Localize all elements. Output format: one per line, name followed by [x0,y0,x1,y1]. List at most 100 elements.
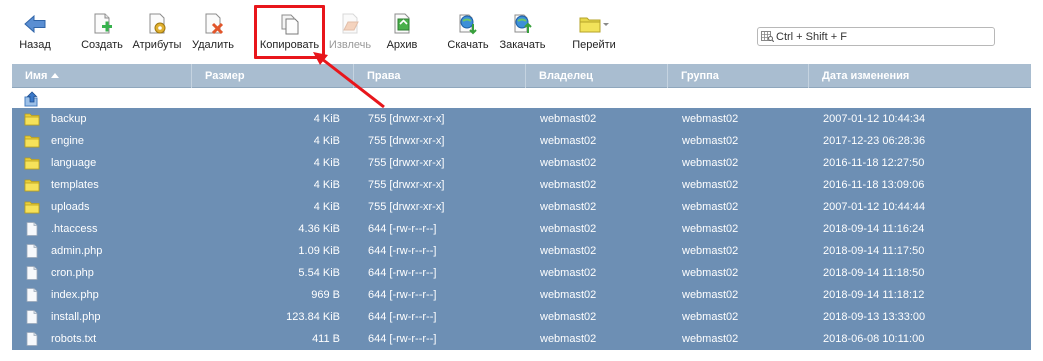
file-group: webmast02 [682,223,739,235]
column-header-size[interactable]: Размер [192,64,354,88]
toolbar: Назад Создать Атрибуты Удалить Копироват… [0,0,1043,62]
table-row[interactable]: index.php 969 B 644 [-rw-r--r--] webmast… [12,284,1031,306]
file-name: backup [51,113,87,125]
file-size: 411 B [312,333,340,345]
file-modified: 2016-11-18 13:09:06 [823,179,925,191]
folder-icon [24,157,40,170]
column-owner-label: Владелец [539,70,593,82]
search-box[interactable] [757,27,995,46]
extract-button[interactable]: Извлечь [326,8,374,56]
folder-icon [24,201,40,214]
new-file-icon [94,13,112,34]
file-list: backup 4 KiB 755 [drwxr-xr-x] webmast02 … [12,108,1031,350]
file-owner: webmast02 [540,267,597,279]
create-label: Создать [81,39,123,51]
table-row[interactable]: robots.txt 411 B 644 [-rw-r--r--] webmas… [12,328,1031,350]
sort-ascending-icon [51,73,60,78]
archive-button[interactable]: Архив [380,8,424,56]
file-owner: webmast02 [540,113,597,125]
download-label: Скачать [447,39,489,51]
file-owner: webmast02 [540,157,597,169]
file-owner: webmast02 [540,223,597,235]
delete-button[interactable]: Удалить [189,8,237,56]
download-icon [459,14,477,35]
table-row[interactable]: language 4 KiB 755 [drwxr-xr-x] webmast0… [12,152,1031,174]
file-permissions: 644 [-rw-r--r--] [368,245,437,257]
gear-file-icon [149,13,166,34]
file-group: webmast02 [682,113,739,125]
file-modified: 2018-09-13 13:33:00 [823,311,926,323]
folder-icon [24,179,40,192]
file-icon [26,288,38,302]
column-group-label: Группа [681,70,719,82]
folder-icon [24,113,40,126]
file-icon [26,310,38,324]
file-owner: webmast02 [540,289,597,301]
column-header-name[interactable]: Имя [12,64,192,88]
table-row[interactable]: uploads 4 KiB 755 [drwxr-xr-x] webmast02… [12,196,1031,218]
delete-file-icon [205,13,224,35]
extract-label: Извлечь [328,39,372,51]
table-row[interactable]: install.php 123.84 KiB 644 [-rw-r--r--] … [12,306,1031,328]
file-permissions: 755 [drwxr-xr-x] [368,157,445,169]
file-permissions: 755 [drwxr-xr-x] [368,201,445,213]
column-name-label: Имя [25,70,48,82]
goto-button[interactable]: Перейти [566,8,622,56]
table-row[interactable]: .htaccess 4.36 KiB 644 [-rw-r--r--] webm… [12,218,1031,240]
file-owner: webmast02 [540,201,597,213]
file-icon [26,332,38,346]
back-button[interactable]: Назад [10,8,60,56]
file-icon [26,244,38,258]
file-size: 5.54 KiB [298,267,340,279]
file-group: webmast02 [682,157,739,169]
file-group: webmast02 [682,333,739,345]
column-modified-label: Дата изменения [822,70,910,82]
file-size: 1.09 KiB [298,245,340,257]
table-row[interactable]: admin.php 1.09 KiB 644 [-rw-r--r--] webm… [12,240,1031,262]
file-modified: 2016-11-18 12:27:50 [823,157,925,169]
download-button[interactable]: Скачать [444,8,492,56]
file-size: 4 KiB [313,157,340,169]
parent-folder-up-icon [24,91,38,107]
grid-search-icon [761,31,774,42]
attributes-button[interactable]: Атрибуты [129,8,185,56]
file-modified: 2018-09-14 11:18:12 [823,289,925,301]
file-name: language [51,157,97,169]
file-permissions: 644 [-rw-r--r--] [368,267,437,279]
file-group: webmast02 [682,135,739,147]
table-header: Имя Размер Права Владелец Группа Дата из… [12,64,1031,88]
copy-highlight-box [254,5,325,59]
file-permissions: 644 [-rw-r--r--] [368,289,437,301]
table-row[interactable]: cron.php 5.54 KiB 644 [-rw-r--r--] webma… [12,262,1031,284]
table-row[interactable]: engine 4 KiB 755 [drwxr-xr-x] webmast02 … [12,130,1031,152]
file-group: webmast02 [682,267,739,279]
table-row[interactable]: backup 4 KiB 755 [drwxr-xr-x] webmast02 … [12,108,1031,130]
file-group: webmast02 [682,201,739,213]
upload-button[interactable]: Закачать [495,8,550,56]
create-button[interactable]: Создать [77,8,127,56]
file-owner: webmast02 [540,311,597,323]
folder-icon [24,135,40,148]
folder-dropdown-icon [579,17,609,33]
column-header-perms[interactable]: Права [354,64,526,88]
file-permissions: 755 [drwxr-xr-x] [368,113,445,125]
file-permissions: 755 [drwxr-xr-x] [368,135,445,147]
file-name: templates [51,179,99,191]
table-row[interactable]: templates 4 KiB 755 [drwxr-xr-x] webmast… [12,174,1031,196]
file-owner: webmast02 [540,245,597,257]
column-header-modified[interactable]: Дата изменения [809,64,1031,88]
file-modified: 2007-01-12 10:44:44 [823,201,926,213]
file-owner: webmast02 [540,135,597,147]
file-name: admin.php [51,245,103,257]
file-permissions: 755 [drwxr-xr-x] [368,179,445,191]
file-name: .htaccess [51,223,98,235]
column-header-owner[interactable]: Владелец [526,64,668,88]
search-input[interactable] [776,29,991,44]
file-name: uploads [51,201,90,213]
parent-directory-row[interactable] [12,88,1031,108]
file-modified: 2018-09-14 11:16:24 [823,223,925,235]
attributes-label: Атрибуты [132,39,182,51]
file-size: 123.84 KiB [286,311,340,323]
column-header-group[interactable]: Группа [668,64,809,88]
file-table: Имя Размер Права Владелец Группа Дата из… [12,64,1031,350]
